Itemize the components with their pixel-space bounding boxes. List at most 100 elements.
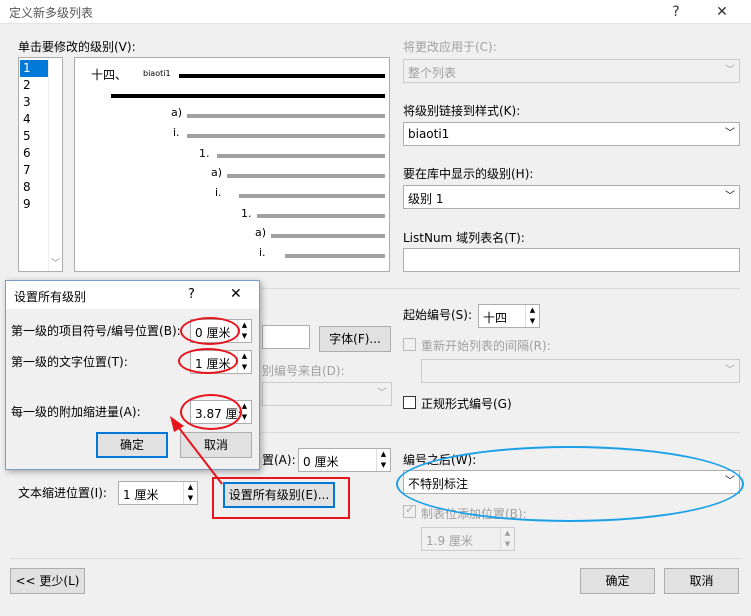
level-item[interactable]: 1 [20,60,48,77]
spin-up-icon[interactable]: ▲ [526,305,539,316]
window-title: 定义新多级列表 [9,6,94,20]
aligned-at-value: 0 厘米 [303,455,339,469]
additional-indent-label: 每一级的附加缩进量(A): [11,405,141,419]
chevron-down-icon: ﹀ [725,128,735,139]
listnum-label: ListNum 域列表名(T): [403,231,525,245]
tab-add-spinner[interactable]: 1.9 厘米 ▲ ▼ [421,527,515,551]
level-item[interactable]: 9 [20,196,48,213]
levels-label: 单击要修改的级别(V): [18,40,136,54]
level-item[interactable]: 8 [20,179,48,196]
preview-number: 1. [241,207,252,220]
spin-down-icon[interactable]: ▼ [501,539,514,550]
restart-label: 重新开始列表的间隔(R): [421,339,551,353]
start-at-spinner[interactable]: 十四 ▲ ▼ [478,304,540,328]
check-icon: ✓ [405,503,415,516]
preview-line [187,114,385,118]
spinner-arrows[interactable]: ▲ ▼ [500,528,514,550]
spin-down-icon[interactable]: ▼ [238,362,251,373]
level-item[interactable]: 4 [20,111,48,128]
level-item[interactable]: 5 [20,128,48,145]
preview-line [111,94,385,98]
close-icon[interactable]: ✕ [702,0,742,24]
chevron-down-icon: ﹀ [725,365,735,376]
start-at-value: 十四 [483,311,508,325]
section-divider [262,288,740,289]
help-icon[interactable]: ? [188,287,195,302]
preview-number: i. [215,186,222,199]
chevron-down-icon[interactable]: ﹀ [51,256,60,269]
start-at-label: 起始编号(S): [403,308,473,322]
include-level-label: 别编号来自(D): [262,364,345,378]
annotation-rectangle [212,477,350,519]
levels-listbox[interactable]: 1 2 3 4 5 6 7 8 9 ﹀ [18,57,63,272]
cancel-button[interactable]: 取消 [664,568,739,594]
listnum-input[interactable] [403,248,740,272]
less-button[interactable]: << 更少(L) [10,568,85,594]
spinner-arrows[interactable]: ▲ ▼ [525,305,539,327]
spinner-arrows[interactable]: ▲ ▼ [237,351,251,373]
define-multilevel-list-dialog: 定义新多级列表 ? ✕ 单击要修改的级别(V): 1 2 3 4 5 6 7 8… [0,0,751,616]
spinner-arrows[interactable]: ▲ ▼ [376,449,390,471]
tab-add-checkbox[interactable]: ✓ [403,503,416,518]
title-bar: 定义新多级列表 ? ✕ [0,0,751,24]
preview-line [179,74,385,78]
spin-down-icon[interactable]: ▼ [184,493,197,504]
preview-line [239,194,385,198]
apply-to-value: 整个列表 [408,66,457,80]
preview-number: a) [255,226,267,239]
preview-number: 十四、 [91,68,128,82]
gallery-level-value: 级别 1 [408,192,444,206]
restart-combo[interactable]: ﹀ [421,359,740,383]
spin-down-icon[interactable]: ▼ [526,316,539,327]
aligned-at-spinner[interactable]: 0 厘米 ▲ ▼ [298,448,391,472]
spin-up-icon[interactable]: ▲ [377,449,390,460]
restart-checkbox[interactable] [403,338,416,351]
gallery-level-combo[interactable]: 级别 1 ﹀ [403,185,740,209]
preview-number: i. [259,246,266,259]
level-item[interactable]: 6 [20,145,48,162]
level-item[interactable]: 7 [20,162,48,179]
section-divider [262,432,740,433]
preview-number: a) [171,106,183,119]
spin-up-icon[interactable]: ▲ [238,351,251,362]
popup-ok-button[interactable]: 确定 [96,432,168,458]
legal-style-checkbox[interactable] [403,396,416,409]
preview-line [187,134,385,138]
listbox-scrollbar[interactable]: ﹀ [48,58,62,271]
ok-button[interactable]: 确定 [580,568,655,594]
text-position-label: 第一级的文字位置(T): [11,355,128,369]
apply-to-label: 将更改应用于(C): [403,40,497,54]
chevron-down-icon: ﹀ [725,191,735,202]
tab-add-value: 1.9 厘米 [426,534,473,548]
preview-number: 1. [199,147,210,160]
close-icon[interactable]: ✕ [230,286,242,302]
help-icon[interactable]: ? [656,0,696,24]
spin-down-icon[interactable]: ▼ [377,460,390,471]
preview-number: a) [211,166,223,179]
chevron-down-icon: ﹀ [725,65,735,76]
text-indent-value: 1 厘米 [123,488,159,502]
include-level-combo[interactable]: ﹀ [262,382,392,406]
preview-line [257,214,385,218]
text-indent-label: 文本缩进位置(I): [18,486,107,500]
font-button[interactable]: 字体(F)... [319,326,391,352]
bullet-position-label: 第一级的项目符号/编号位置(B): [11,324,181,338]
legal-style-label: 正规形式编号(G) [421,397,512,411]
preview-style-name: biaoti1 [143,69,171,78]
level-item[interactable]: 2 [20,77,48,94]
footer-divider [10,558,740,559]
preview-line [271,234,385,238]
link-style-combo[interactable]: biaoti1 ﹀ [403,122,740,146]
spin-down-icon[interactable]: ▼ [238,331,251,342]
link-style-value: biaoti1 [408,127,450,141]
aligned-at-label: 置(A): [262,453,296,467]
level-item[interactable]: 3 [20,94,48,111]
number-format-input[interactable] [262,325,310,349]
preview-line [217,154,385,158]
chevron-down-icon: ﹀ [377,388,387,399]
preview-number: i. [173,126,180,139]
apply-to-combo[interactable]: 整个列表 ﹀ [403,59,740,83]
gallery-level-label: 要在库中显示的级别(H): [403,167,534,181]
annotation-ellipse-blue [396,446,744,522]
spin-up-icon[interactable]: ▲ [501,528,514,539]
